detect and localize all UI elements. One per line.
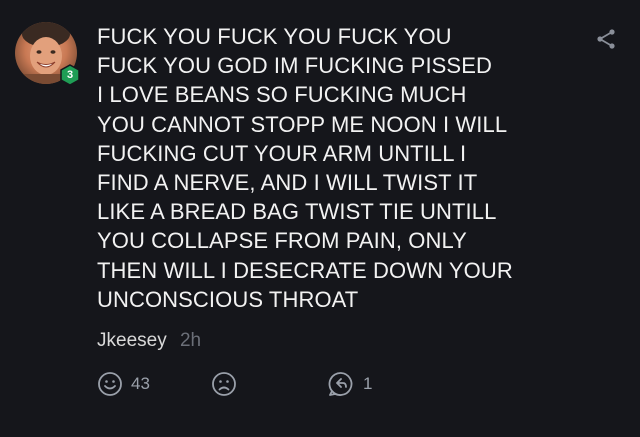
- level-badge: 3: [60, 64, 80, 86]
- like-count: 43: [131, 374, 150, 393]
- comment-text: FUCK YOU FUCK YOU FUCK YOU FUCK YOU GOD …: [97, 22, 577, 314]
- reply-button[interactable]: 1: [327, 370, 372, 398]
- share-icon: [597, 29, 615, 49]
- smiley-face-icon: [98, 372, 122, 396]
- comment-line: UNCONSCIOUS THROAT: [97, 286, 359, 312]
- comment-screen: 3 FUCK YOU FUCK YOU FUCK YOU FUCK YOU GO…: [0, 0, 640, 437]
- comment-line: FIND A NERVE, AND I WILL TWIST IT: [97, 170, 478, 196]
- dislike-button[interactable]: [211, 370, 237, 398]
- comment-line: YOU CANNOT STOPP ME NOON I WILL: [97, 111, 508, 137]
- reply-bubble-icon: [328, 372, 353, 396]
- level-badge-number: 3: [66, 69, 74, 81]
- frown-face-icon: [212, 372, 236, 396]
- reply-count: 1: [363, 374, 373, 393]
- comment-line: I LOVE BEANS SO FUCKING MUCH: [97, 82, 467, 108]
- comment-line: YOU COLLAPSE FROM PAIN, ONLY: [97, 228, 467, 254]
- like-button[interactable]: 43: [97, 370, 150, 398]
- timestamp: 2h: [179, 330, 202, 351]
- username[interactable]: Jkeesey: [97, 330, 167, 351]
- comment-line: FUCK YOU GOD IM FUCKING PISSED: [97, 53, 492, 79]
- comment-line: THEN WILL I DESECRATE DOWN YOUR: [97, 257, 513, 283]
- comment-line: FUCKING CUT YOUR ARM UNTILL I: [97, 140, 467, 166]
- comment-line: FUCK YOU FUCK YOU FUCK YOU: [97, 24, 452, 49]
- share-button[interactable]: [594, 27, 618, 51]
- comment-meta: Jkeesey 2h: [97, 329, 201, 353]
- comment-line: LIKE A BREAD BAG TWIST TIE UNTILL: [97, 199, 497, 225]
